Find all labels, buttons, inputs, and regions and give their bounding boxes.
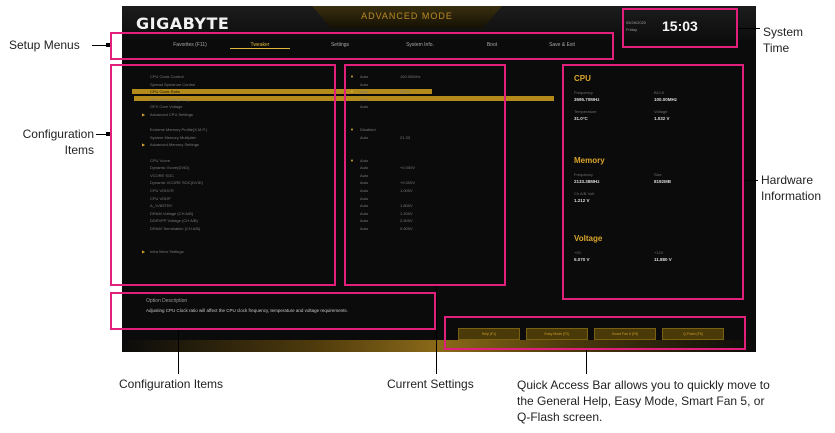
leader-dot bbox=[106, 132, 110, 136]
label-setup-menus: Setup Menus bbox=[9, 38, 80, 52]
frame-setup-menus bbox=[110, 32, 614, 60]
frame-current-settings bbox=[344, 64, 506, 286]
frame-quick-access bbox=[444, 316, 746, 350]
frame-option-desc bbox=[110, 292, 436, 330]
label-quick-access: Quick Access Bar allows you to quickly m… bbox=[517, 378, 770, 424]
leader-config-bottom bbox=[178, 330, 179, 374]
leader-current-settings bbox=[436, 286, 437, 374]
leader-dot bbox=[106, 43, 110, 47]
leader-quick-access bbox=[586, 350, 587, 374]
frame-config-items bbox=[110, 64, 336, 286]
label-hardware-info: Hardware Information bbox=[761, 173, 822, 203]
leader-system-time bbox=[738, 28, 760, 29]
leader-hardware bbox=[744, 180, 758, 181]
mode-title: ADVANCED MODE bbox=[361, 11, 453, 21]
brand-logo: GIGABYTE bbox=[136, 14, 230, 33]
label-current-settings: Current Settings bbox=[387, 377, 474, 391]
frame-hardware-info bbox=[562, 64, 744, 300]
frame-system-time bbox=[622, 8, 738, 48]
label-config-left: Configuration Items bbox=[22, 127, 94, 157]
label-config-bottom: Configuration Items bbox=[119, 377, 224, 391]
label-system-time: System Time bbox=[763, 25, 804, 55]
